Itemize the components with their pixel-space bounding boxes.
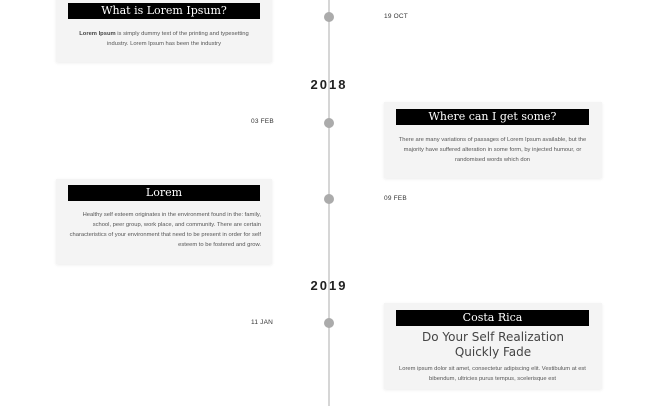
card-title: Costa Rica [396,310,589,326]
timeline-date: 19 OCT [384,13,408,20]
timeline-card-4: Costa Rica Do Your Self Realization Quic… [384,303,602,389]
card-text: Lorem Ipsum is simply dummy text of the … [68,29,260,49]
timeline-date: 09 FEB [384,195,407,202]
card-title: What is Lorem Ipsum? [68,3,260,19]
card-title: Where can I get some? [396,109,589,125]
year-label: 2018 [310,77,348,92]
card-title: Lorem [68,185,260,201]
timeline-date: 03 FEB [251,118,274,125]
card-heading: Do Your Self Realization Quickly Fade [421,330,565,359]
card-text-bold: Lorem Ipsum [79,31,116,37]
timeline-card-3: Lorem Healthy self esteem originates in … [56,179,272,264]
timeline-dot [324,318,334,328]
timeline-date: 11 JAN [251,319,274,326]
timeline-card-1: What is Lorem Ipsum? Lorem Ipsum is simp… [56,0,272,62]
card-text: Healthy self esteem originates in the en… [69,212,261,248]
timeline-dot [324,12,334,22]
card-text: Lorem ipsum dolor sit amet, consectetur … [399,366,586,382]
card-text: There are many variations of passages of… [398,137,587,163]
card-text-body: is simply dummy text of the printing and… [107,31,249,47]
timeline-card-2: Where can I get some? There are many var… [384,102,602,178]
year-label: 2019 [310,278,348,293]
timeline-dot [324,194,334,204]
timeline-dot [324,118,334,128]
